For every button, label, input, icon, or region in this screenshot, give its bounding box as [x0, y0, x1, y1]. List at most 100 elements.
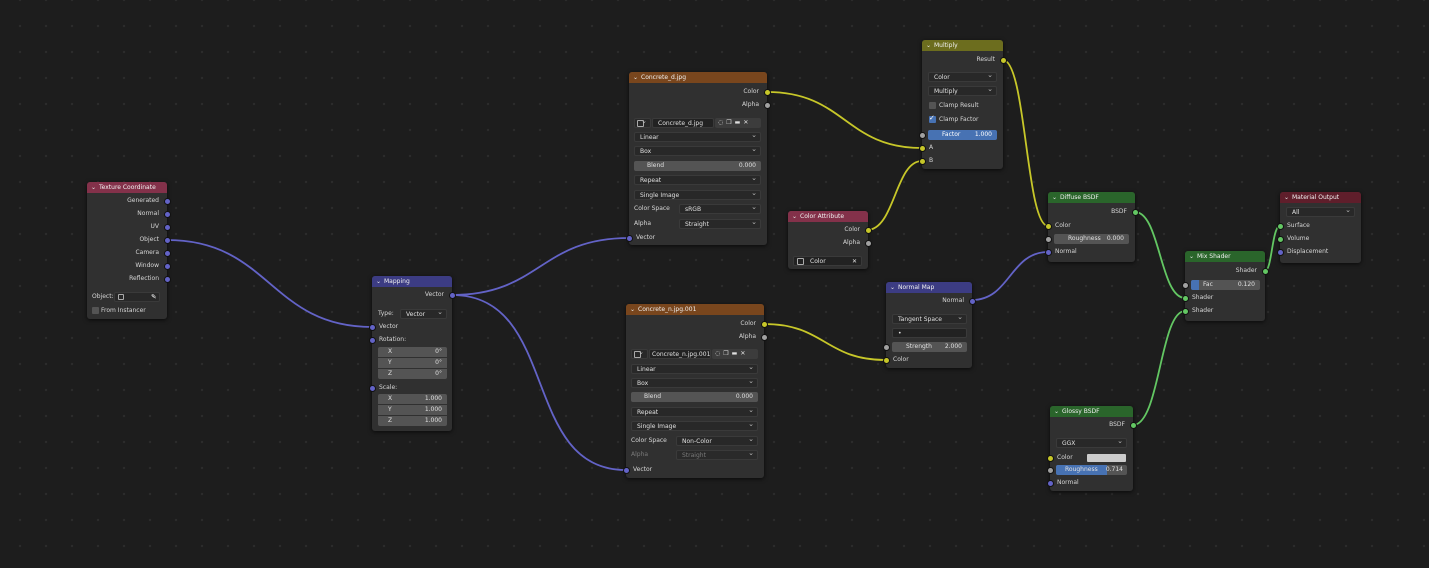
image-browse-button[interactable] [634, 118, 651, 128]
collapse-chevron-icon[interactable]: ⌄ [792, 211, 800, 222]
clamp-result-checkbox[interactable] [929, 102, 936, 109]
material-output-node[interactable]: ⌄Material Output All Surface Volume Disp… [1277, 192, 1361, 263]
socket-factor[interactable] [919, 132, 925, 138]
socket-reflection[interactable] [164, 276, 170, 282]
fake-user-icon[interactable]: ◌ [715, 350, 723, 357]
color-swatch[interactable] [1087, 454, 1126, 462]
node-header[interactable]: ⌄ Texture Coordinate [87, 182, 167, 193]
socket-shader-1[interactable] [1182, 295, 1188, 301]
socket-vector-in[interactable] [626, 235, 632, 241]
color-space-dropdown[interactable]: sRGB [679, 204, 761, 214]
open-folder-icon[interactable]: ▬ [735, 119, 744, 126]
socket-generated[interactable] [164, 198, 170, 204]
link-glossy-to-mix-shader[interactable] [1132, 310, 1186, 426]
socket-window[interactable] [164, 263, 170, 269]
collapse-chevron-icon[interactable]: ⌄ [1284, 192, 1292, 203]
node-header[interactable]: ⌄ Concrete_d.jpg [629, 72, 767, 83]
normal-map-node[interactable]: ⌄Normal Map Normal Tangent Space • Stren… [883, 282, 975, 368]
fac-slider[interactable]: Fac 0.120 [1191, 280, 1260, 290]
socket-normal-in[interactable] [1047, 480, 1053, 486]
socket-b[interactable] [919, 158, 925, 164]
from-instancer-checkbox[interactable] [92, 307, 99, 314]
socket-bsdf-out[interactable] [1132, 209, 1138, 215]
node-header[interactable]: ⌄ Diffuse BSDF [1048, 192, 1135, 203]
blend-field[interactable]: Blend 0.000 [634, 161, 761, 171]
socket-object[interactable] [164, 237, 170, 243]
projection-dropdown[interactable]: Box [634, 146, 761, 156]
socket-rotation[interactable] [369, 337, 375, 343]
open-folder-icon[interactable]: ▬ [732, 350, 741, 357]
strength-field[interactable]: Strength 2.000 [892, 342, 967, 352]
image-name-field[interactable]: Concrete_n.jpg.001 [649, 349, 711, 359]
socket-normal-in[interactable] [1045, 249, 1051, 255]
socket-scale[interactable] [369, 385, 375, 391]
link-diffuse-to-mix-shader[interactable] [1134, 211, 1186, 299]
data-type-dropdown[interactable]: Color [928, 72, 997, 82]
socket-result-out[interactable] [1000, 57, 1006, 63]
collapse-chevron-icon[interactable]: ⌄ [630, 304, 638, 315]
link-mapping-to-tex-n-vector[interactable] [451, 294, 627, 471]
eyedropper-icon[interactable]: ✎ [151, 292, 157, 302]
texture-coordinate-node[interactable]: ⌄ Texture Coordinate Generated Normal UV … [87, 182, 170, 319]
socket-color-in[interactable] [1047, 455, 1053, 461]
blend-field[interactable]: Blend 0.000 [631, 392, 758, 402]
socket-camera[interactable] [164, 250, 170, 256]
socket-color-out[interactable] [764, 89, 770, 95]
scale-x-field[interactable]: X 1.000 [378, 394, 447, 404]
socket-shader-out[interactable] [1262, 268, 1268, 274]
source-dropdown[interactable]: Single Image [631, 421, 758, 431]
mapping-node[interactable]: ⌄Mapping Vector Type: Vector Vector Rota… [369, 276, 455, 431]
socket-color-in[interactable] [1045, 223, 1051, 229]
scale-z-field[interactable]: Z 1.000 [378, 416, 447, 426]
roughness-field[interactable]: Roughness 0.000 [1054, 234, 1129, 244]
collapse-chevron-icon[interactable]: ⌄ [1054, 406, 1062, 417]
uv-map-field[interactable]: • [892, 328, 967, 338]
glossy-bsdf-node[interactable]: ⌄Glossy BSDF BSDF GGX Color Roughness0.7… [1047, 406, 1136, 491]
alpha-dropdown[interactable]: Straight [679, 219, 761, 229]
socket-color-in[interactable] [883, 357, 889, 363]
socket-alpha-out[interactable] [865, 240, 871, 246]
rotation-x-field[interactable]: X 0° [378, 347, 447, 357]
scale-y-field[interactable]: Y 1.000 [378, 405, 447, 415]
socket-alpha-out[interactable] [764, 102, 770, 108]
color-attribute-node[interactable]: ⌄ Color Attribute Color Alpha Color ✕ [788, 211, 871, 269]
socket-alpha-out[interactable] [761, 334, 767, 340]
image-name-field[interactable]: Concrete_d.jpg [652, 118, 714, 128]
target-dropdown[interactable]: All [1286, 207, 1355, 217]
socket-fac[interactable] [1182, 282, 1188, 288]
fake-user-icon[interactable]: ◌ [718, 119, 726, 126]
socket-shader-2[interactable] [1182, 308, 1188, 314]
node-header[interactable]: ⌄ Mapping [372, 276, 452, 287]
collapse-chevron-icon[interactable]: ⌄ [633, 72, 641, 83]
collapse-chevron-icon[interactable]: ⌄ [890, 282, 898, 293]
distribution-dropdown[interactable]: GGX [1056, 438, 1127, 448]
rotation-y-field[interactable]: Y 0° [378, 358, 447, 368]
link-color-attr-to-multiply-b[interactable] [866, 160, 923, 231]
link-tex-n-color-to-normal-map[interactable] [763, 323, 887, 361]
image-browse-button[interactable] [631, 349, 648, 359]
multiply-node[interactable]: ⌄Multiply Result Color Multiply Clamp Re… [919, 40, 1006, 169]
mix-shader-node[interactable]: ⌄ Mix Shader Shader Fac 0.120 Shader Shade… [1182, 251, 1268, 321]
link-mapping-to-tex-d-vector[interactable] [451, 237, 630, 296]
rotation-z-field[interactable]: Z 0° [378, 369, 447, 379]
socket-vector-in[interactable] [623, 467, 629, 473]
clear-icon[interactable]: ✕ [852, 257, 857, 265]
link-normal-map-to-diffuse-normal[interactable] [971, 251, 1049, 301]
socket-normal-out[interactable] [969, 298, 975, 304]
socket-roughness[interactable] [1045, 236, 1051, 242]
node-header[interactable]: ⌄ Multiply [922, 40, 1003, 51]
clamp-factor-checkbox[interactable] [929, 114, 936, 123]
socket-displacement[interactable] [1277, 249, 1283, 255]
type-dropdown[interactable]: Vector [400, 309, 447, 319]
link-mix-to-material-surface[interactable] [1264, 225, 1281, 272]
extension-dropdown[interactable]: Repeat [631, 407, 758, 417]
color-space-dropdown[interactable]: Non-Color [676, 436, 758, 446]
duplicate-icon[interactable]: ❐ [723, 350, 731, 357]
node-header[interactable]: ⌄ Concrete_n.jpg.001 [626, 304, 764, 315]
collapse-chevron-icon[interactable]: ⌄ [376, 276, 384, 287]
link-tex-d-color-to-multiply-a[interactable] [766, 91, 923, 149]
roughness-slider[interactable]: Roughness 0.714 [1056, 465, 1127, 475]
socket-color-out[interactable] [761, 321, 767, 327]
socket-volume[interactable] [1277, 236, 1283, 242]
interpolation-dropdown[interactable]: Linear [634, 132, 761, 142]
